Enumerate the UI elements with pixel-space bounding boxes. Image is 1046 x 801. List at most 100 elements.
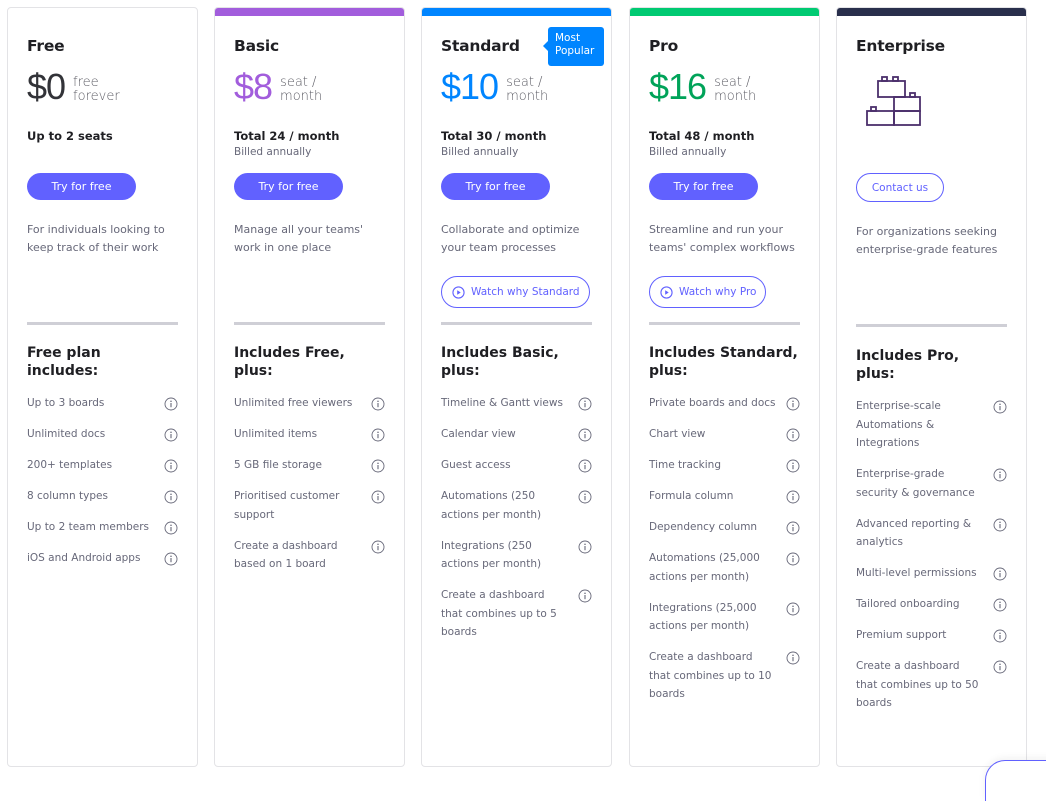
info-icon[interactable]: [578, 540, 592, 554]
feature-label: Up to 2 team members: [27, 521, 149, 533]
try-for-free-button[interactable]: Try for free: [27, 173, 136, 200]
features-title: Includes Standard, plus:: [649, 345, 798, 379]
price-row: $8 seat / month: [234, 68, 322, 106]
feature-item: Premium support: [856, 626, 1007, 645]
feature-label: Chart view: [649, 428, 706, 440]
info-icon[interactable]: [371, 428, 385, 442]
price: $10: [441, 66, 499, 107]
feature-list: Timeline & Gantt views Calendar view Guest…: [441, 394, 592, 654]
info-icon[interactable]: [164, 490, 178, 504]
price-row: $16 seat / month: [649, 68, 756, 106]
feature-label: Create a dashboard that combines up to 1…: [649, 651, 772, 700]
info-icon[interactable]: [371, 397, 385, 411]
info-icon[interactable]: [993, 629, 1007, 643]
price-unit: seat / month: [714, 76, 756, 104]
plan-description: Manage all your teams' work in one place: [234, 223, 364, 254]
feature-label: Guest access: [441, 459, 511, 471]
info-icon[interactable]: [578, 397, 592, 411]
plan-description: For organizations seeking enterprise-gra…: [856, 225, 998, 256]
total-price: Total 24 / month: [234, 129, 340, 143]
info-icon[interactable]: [786, 428, 800, 442]
feature-item: Timeline & Gantt views: [441, 394, 592, 413]
plan-card-enterprise: Enterprise Contact us For organizations …: [836, 7, 1027, 767]
info-icon[interactable]: [786, 459, 800, 473]
chat-widget-button[interactable]: [985, 760, 1046, 801]
info-icon[interactable]: [371, 490, 385, 504]
billing-period: Billed annually: [441, 146, 519, 158]
price-unit-line2: month: [714, 89, 757, 104]
info-icon[interactable]: [993, 468, 1007, 482]
price-unit: seat / month: [280, 76, 322, 104]
info-icon[interactable]: [578, 490, 592, 504]
info-icon[interactable]: [786, 651, 800, 665]
info-icon[interactable]: [371, 459, 385, 473]
features-title: Includes Free, plus:: [234, 345, 345, 379]
play-icon: [660, 285, 673, 299]
feature-item: Create a dashboard that combines up to 5…: [441, 586, 592, 642]
info-icon[interactable]: [786, 552, 800, 566]
feature-list: Up to 3 boards Unlimited docs 200+ templat…: [27, 394, 178, 580]
info-icon[interactable]: [786, 397, 800, 411]
info-icon[interactable]: [164, 397, 178, 411]
try-for-free-button[interactable]: Try for free: [649, 173, 758, 200]
try-for-free-button[interactable]: Try for free: [441, 173, 550, 200]
feature-item: Prioritised customer support: [234, 487, 385, 524]
info-icon[interactable]: [993, 518, 1007, 532]
features-title: Includes Basic, plus:: [441, 345, 559, 379]
building-blocks-icon: [866, 76, 921, 126]
feature-item: Chart view: [649, 425, 800, 444]
info-icon[interactable]: [993, 660, 1007, 674]
feature-label: Integrations (25,000 actions per month): [649, 601, 757, 633]
divider: [234, 322, 385, 325]
info-icon[interactable]: [578, 589, 592, 603]
feature-item: Formula column: [649, 487, 800, 506]
info-icon[interactable]: [164, 521, 178, 535]
info-icon[interactable]: [164, 459, 178, 473]
info-icon[interactable]: [786, 602, 800, 616]
feature-label: Dependency column: [649, 521, 758, 533]
plan-card-free: Free $0 free forever Up to 2 seats Try f…: [7, 7, 198, 767]
watch-video-button[interactable]: Watch why Standard: [441, 276, 590, 308]
price: $8: [234, 66, 273, 107]
info-icon[interactable]: [993, 567, 1007, 581]
plan-card-pro: Pro $16 seat / month Total 48 / month Bi…: [629, 7, 820, 767]
plan-color-bar: [837, 8, 1026, 16]
feature-item: Up to 2 team members: [27, 518, 178, 537]
info-icon[interactable]: [578, 428, 592, 442]
feature-label: Unlimited docs: [27, 428, 106, 440]
plan-description: Collaborate and optimize your team proce…: [441, 223, 580, 254]
try-for-free-button[interactable]: Try for free: [234, 173, 343, 200]
feature-label: Automations (250 actions per month): [441, 490, 542, 521]
info-icon[interactable]: [786, 490, 800, 504]
info-icon[interactable]: [993, 400, 1007, 414]
info-icon[interactable]: [164, 428, 178, 442]
price: $0: [27, 66, 66, 107]
feature-list: Enterprise-scale Automations & Integrati…: [856, 397, 1007, 725]
feature-item: Dependency column: [649, 518, 800, 537]
feature-label: Calendar view: [441, 428, 516, 440]
total-price: Total 48 / month: [649, 129, 755, 143]
feature-item: 5 GB file storage: [234, 456, 385, 475]
watch-video-label: Watch why Standard: [471, 286, 580, 298]
billing-period: Billed annually: [649, 146, 727, 158]
watch-video-button[interactable]: Watch why Pro: [649, 276, 767, 308]
price-unit-line1: seat /: [280, 75, 317, 90]
feature-label: Unlimited items: [234, 428, 318, 440]
info-icon[interactable]: [993, 598, 1007, 612]
info-icon[interactable]: [371, 540, 385, 554]
info-icon[interactable]: [578, 459, 592, 473]
feature-label: Up to 3 boards: [27, 397, 105, 409]
divider: [27, 322, 178, 325]
price-unit-line1: seat /: [506, 75, 543, 90]
feature-item: Calendar view: [441, 425, 592, 444]
plan-description: For individuals looking to keep track of…: [27, 223, 165, 254]
feature-item: Create a dashboard that combines up to 5…: [856, 657, 1007, 713]
contact-us-button[interactable]: Contact us: [856, 173, 944, 202]
feature-item: Tailored onboarding: [856, 595, 1007, 614]
info-icon[interactable]: [786, 521, 800, 535]
feature-label: Formula column: [649, 490, 734, 502]
feature-label: Automations (25,000 actions per month): [649, 552, 760, 583]
feature-item: Automations (25,000 actions per month): [649, 549, 800, 586]
feature-item: Enterprise-grade security & governance: [856, 465, 1007, 502]
info-icon[interactable]: [164, 552, 178, 566]
